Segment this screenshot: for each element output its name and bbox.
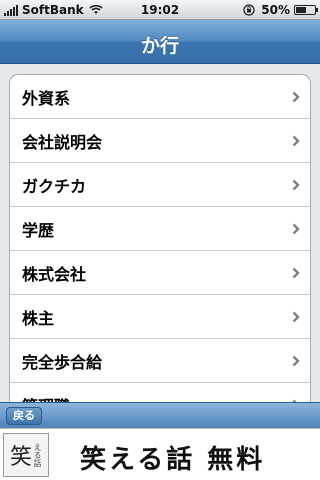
page-title: か行 bbox=[140, 35, 179, 57]
list-item[interactable]: 株主 bbox=[10, 295, 310, 339]
banner-text: 笑える話 無料 bbox=[80, 445, 266, 475]
list-item[interactable]: 管理職 bbox=[10, 383, 310, 402]
list-item-label: 完全歩合給 bbox=[22, 352, 103, 372]
chevron-right-icon bbox=[292, 179, 300, 191]
chevron-right-icon bbox=[292, 91, 300, 103]
battery-percent: 50% bbox=[261, 3, 290, 17]
banner-logo: 笑 える話 bbox=[3, 433, 49, 477]
battery-icon bbox=[294, 5, 318, 15]
list-item-label: ガクチカ bbox=[22, 176, 87, 196]
status-bar: SoftBank 19:02 50% bbox=[0, 0, 320, 20]
bottom-toolbar: 戻る bbox=[0, 402, 320, 428]
list-item-label: 管理職 bbox=[22, 393, 70, 403]
list-item[interactable]: ガクチカ bbox=[10, 163, 310, 207]
chevron-right-icon bbox=[292, 135, 300, 147]
list-item-label: 会社説明会 bbox=[22, 132, 103, 152]
list-item[interactable]: 完全歩合給 bbox=[10, 339, 310, 383]
list-item[interactable]: 株式会社 bbox=[10, 251, 310, 295]
chevron-right-icon bbox=[292, 223, 300, 235]
list-item[interactable]: 外資系 bbox=[10, 75, 310, 119]
list-item-label: 株式会社 bbox=[22, 264, 87, 284]
banner-logo-main: 笑 bbox=[9, 445, 32, 470]
list-view[interactable]: 外資系会社説明会ガクチカ学歴株式会社株主完全歩合給管理職 bbox=[0, 64, 320, 402]
navigation-bar: か行 bbox=[0, 20, 320, 64]
chevron-right-icon bbox=[292, 355, 300, 367]
list-item-label: 株主 bbox=[22, 308, 55, 328]
list-item[interactable]: 学歴 bbox=[10, 207, 310, 251]
grouped-table: 外資系会社説明会ガクチカ学歴株式会社株主完全歩合給管理職 bbox=[9, 74, 311, 402]
list-item-label: 外資系 bbox=[22, 88, 71, 108]
chevron-right-icon bbox=[292, 311, 300, 323]
rotation-lock-icon bbox=[243, 4, 255, 16]
ad-banner[interactable]: 笑 える話 笑える話 無料 bbox=[0, 428, 320, 480]
chevron-right-icon bbox=[292, 267, 300, 279]
list-item[interactable]: 会社説明会 bbox=[10, 119, 310, 163]
list-item-label: 学歴 bbox=[22, 220, 55, 240]
banner-logo-sub: える話 bbox=[33, 443, 42, 467]
back-button[interactable]: 戻る bbox=[6, 407, 42, 425]
